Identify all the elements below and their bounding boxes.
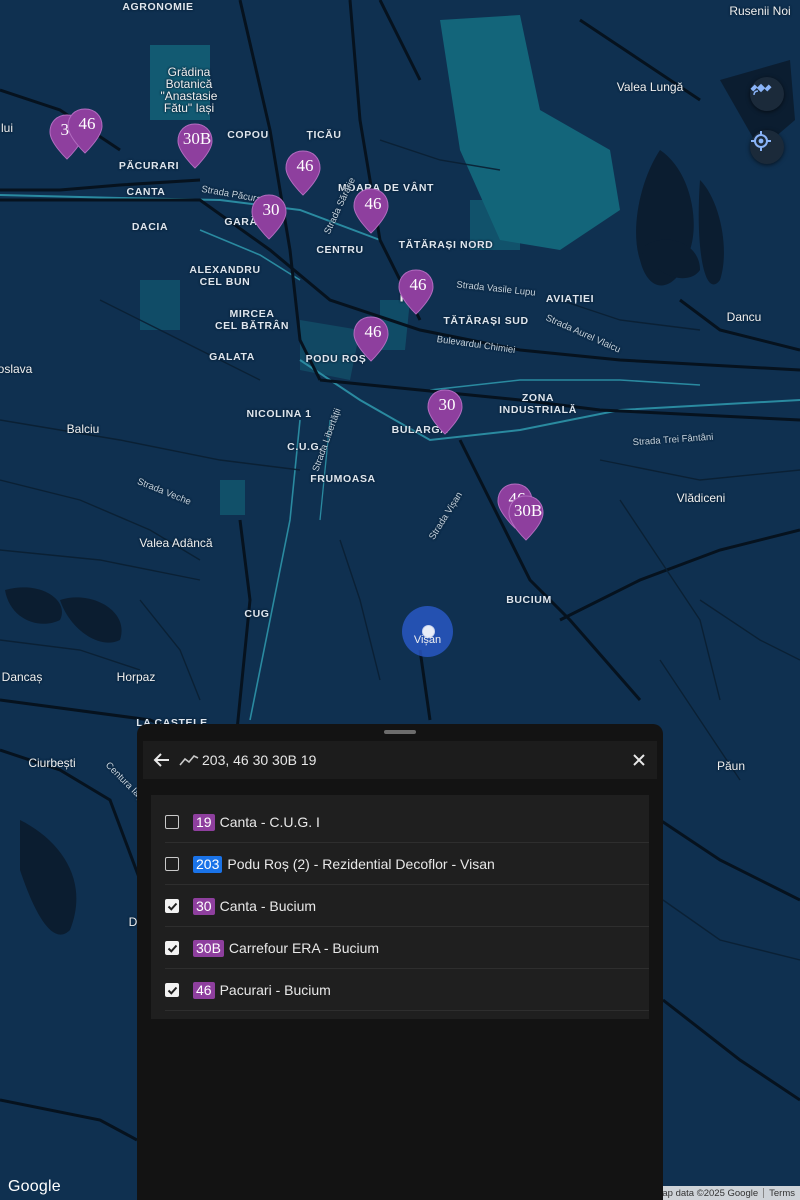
my-location-icon <box>751 131 771 151</box>
bus-marker[interactable]: 30 <box>251 194 291 266</box>
satellite-icon <box>750 83 772 96</box>
map-label: lui <box>0 121 14 135</box>
route-number-badge: 203 <box>193 855 223 873</box>
map-label: CUG <box>244 608 270 620</box>
route-row[interactable]: 19 Canta - C.U.G. I <box>151 801 649 843</box>
map-label: COPOU <box>227 129 269 141</box>
map-label: TĂTĂRAȘI SUD <box>443 315 529 327</box>
route-row[interactable]: 46 Pacurari - Bucium <box>151 969 649 1011</box>
route-checkbox[interactable] <box>165 983 179 997</box>
route-checkbox[interactable] <box>165 941 179 955</box>
marker-route-number: 46 <box>409 275 427 294</box>
route-row[interactable]: 30B Carrefour ERA - Bucium <box>151 927 649 969</box>
bus-marker[interactable]: 30 <box>427 389 467 461</box>
map-label: MIRCEA CEL BĂTRÂN <box>214 308 290 332</box>
my-location-button[interactable] <box>750 130 784 164</box>
route-search-bar: 203, 46 30 30B 19 <box>143 741 657 779</box>
bus-marker[interactable]: 30B <box>508 495 548 567</box>
map-label: Păun <box>716 759 746 773</box>
map-label: C.U.G. <box>287 441 323 453</box>
map-label: oslava <box>0 362 33 376</box>
marker-route-number: 46 <box>364 194 382 213</box>
map-label: Grădina Botanică "Anastasie Fătu" Iași <box>160 65 218 115</box>
map-label: ZONA INDUSTRIALĂ <box>499 392 577 416</box>
marker-route-number: 30B <box>182 129 212 148</box>
map-label: AGRONOMIE <box>122 1 194 13</box>
map-label: GALATA <box>209 351 255 363</box>
close-button[interactable] <box>621 741 657 779</box>
layers-button[interactable] <box>750 77 784 111</box>
route-checkbox[interactable] <box>165 857 179 871</box>
route-checkbox[interactable] <box>165 815 179 829</box>
route-name: Carrefour ERA - Bucium <box>228 940 380 956</box>
route-list: 19 Canta - C.U.G. I 203 Podu Roș (2) - Rezi… <box>151 795 649 1019</box>
check-icon <box>167 986 177 995</box>
bus-marker[interactable]: 46 <box>353 188 393 260</box>
map-label: Horpaz <box>116 670 156 684</box>
map-label: Valea Adâncă <box>139 536 213 550</box>
marker-route-number: 30 <box>438 395 456 414</box>
map-label: AVIAȚIEI <box>545 293 595 305</box>
route-number-badge: 30 <box>193 897 215 915</box>
bus-marker[interactable]: 46 <box>353 316 393 388</box>
drag-handle[interactable] <box>384 730 416 734</box>
marker-route-number: 46 <box>78 114 96 133</box>
google-logo: Google <box>8 1178 61 1195</box>
map-label: Vlădiceni <box>676 491 726 505</box>
map-label: BUCIUM <box>506 594 552 606</box>
map-attribution: Map data ©2025 Google Terms <box>649 1186 800 1200</box>
divider <box>165 1010 649 1011</box>
map-label: ȚICĂU <box>306 129 342 141</box>
route-name: Pacurari - Bucium <box>219 982 331 998</box>
map-label: CANTA <box>126 186 166 198</box>
bus-marker[interactable]: 46 <box>398 269 438 341</box>
route-checkbox[interactable] <box>165 899 179 913</box>
route-name: Podu Roș (2) - Rezidential Decoflor - Vi… <box>227 856 495 872</box>
map-label: Balciu <box>66 422 100 436</box>
check-icon <box>167 902 177 911</box>
map-label: NICOLINA 1 <box>246 408 312 420</box>
map-data-text: Map data ©2025 Google <box>654 1187 759 1199</box>
route-number-badge: 19 <box>193 813 215 831</box>
marker-route-number: 30B <box>513 501 543 520</box>
marker-route-number: 30 <box>262 200 280 219</box>
map-label: TĂTĂRAȘI NORD <box>398 239 494 251</box>
route-name: Canta - Bucium <box>219 898 317 914</box>
back-button[interactable] <box>145 741 179 779</box>
map-label: Dancu <box>726 310 762 324</box>
bus-marker[interactable]: 46 <box>67 108 107 180</box>
search-query[interactable]: 203, 46 30 30B 19 <box>202 752 621 768</box>
map-label: Rusenii Noi <box>729 4 791 18</box>
map-label: ALEXANDRU CEL BUN <box>189 264 261 288</box>
terms-link[interactable]: Terms <box>764 1188 800 1199</box>
map-label: PĂCURARI <box>118 160 180 172</box>
route-row[interactable]: 30 Canta - Bucium <box>151 885 649 927</box>
route-number-badge: 30B <box>193 939 224 957</box>
bus-marker[interactable]: 46 <box>285 150 325 222</box>
route-name: Canta - C.U.G. I <box>219 814 320 830</box>
map-label: Ciurbești <box>28 756 76 770</box>
route-icon <box>179 755 199 766</box>
bus-marker[interactable]: 30B <box>177 123 217 195</box>
marker-route-number: 46 <box>364 322 382 341</box>
close-icon <box>633 754 645 766</box>
map-label: Valea Lungă <box>616 80 684 94</box>
current-location-marker: Vișan <box>402 606 453 657</box>
map-label: DACIA <box>131 221 169 233</box>
route-number-badge: 46 <box>193 981 215 999</box>
bottom-sheet: 203, 46 30 30B 19 19 Canta - C.U.G. I 203 P… <box>137 724 663 1200</box>
map-label: FRUMOASA <box>310 473 376 485</box>
arrow-back-icon <box>153 753 169 767</box>
marker-route-number: 46 <box>296 156 314 175</box>
route-row[interactable]: 203 Podu Roș (2) - Rezidential Decoflor -… <box>151 843 649 885</box>
check-icon <box>167 944 177 953</box>
location-label: Vișan <box>413 634 442 646</box>
map-label: Dancaș <box>1 670 43 684</box>
